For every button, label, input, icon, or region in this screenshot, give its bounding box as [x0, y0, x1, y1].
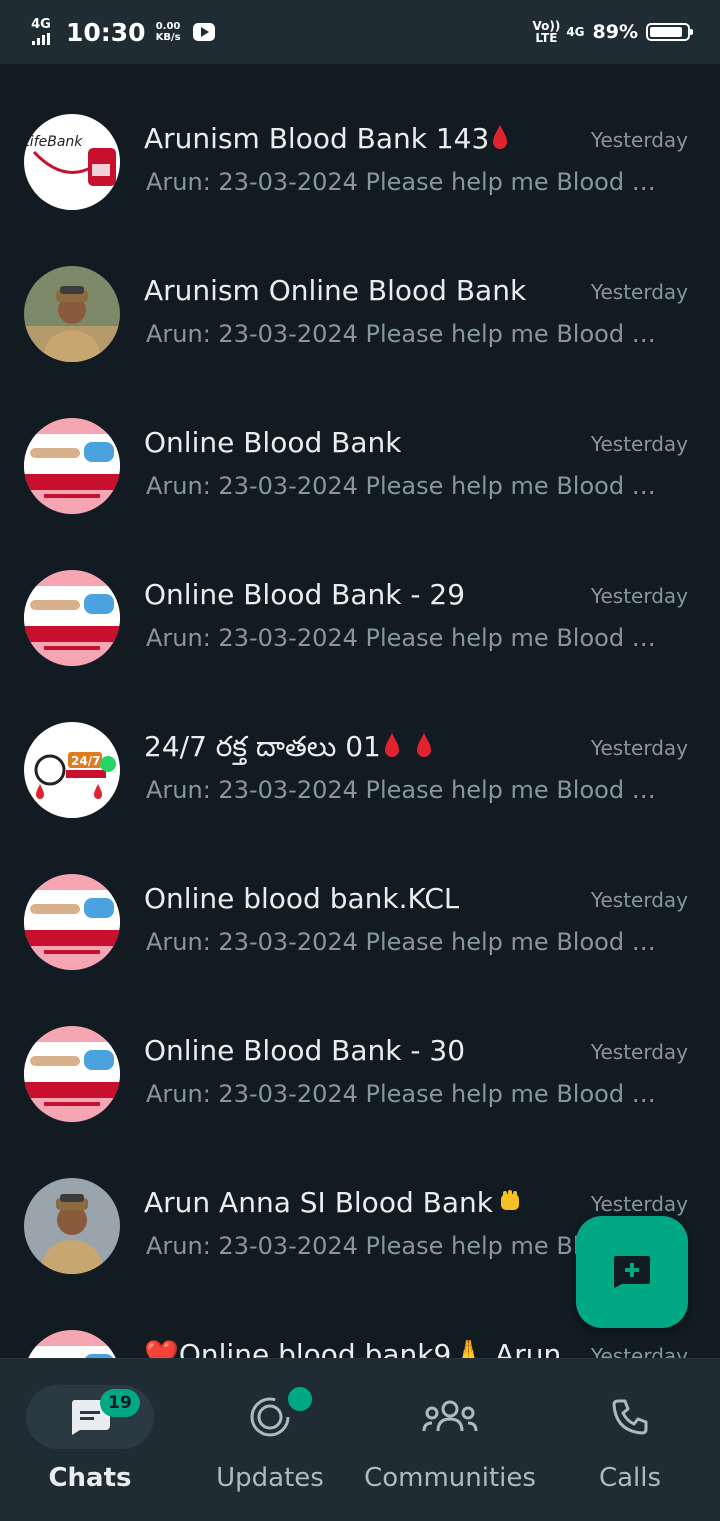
blood-donation-banner-icon: [24, 418, 120, 514]
chat-row[interactable]: Online Blood Bank Yesterday Arun: 23-03-…: [0, 390, 720, 542]
avatar[interactable]: [24, 1330, 120, 1358]
tab-calls[interactable]: Calls: [540, 1359, 720, 1521]
chat-preview: Arun: 23-03-2024 Please help me Blood gr…: [146, 320, 668, 348]
chat-name: Online Blood Bank: [144, 426, 402, 459]
calls-icon: [612, 1399, 648, 1435]
speed-value: 0.00: [155, 21, 181, 32]
avatar[interactable]: [24, 418, 120, 514]
chat-preview: Arun: 23-03-2024 Please help me Blood gr…: [146, 168, 668, 196]
avatar[interactable]: [24, 266, 120, 362]
blood-drop-icon: [493, 125, 508, 149]
avatar[interactable]: [24, 1178, 120, 1274]
blood-donation-banner-icon: [24, 1026, 120, 1122]
tab-updates[interactable]: Updates: [180, 1359, 360, 1521]
new-chat-button[interactable]: [576, 1216, 688, 1328]
chat-preview: Arun: 23-03-2024 Please help me Blood gr…: [146, 472, 668, 500]
blood-drop-icon: [384, 733, 399, 757]
chat-name: ❤️Online blood bank9🙏 Arun: [144, 1338, 562, 1358]
police-officer-photo-icon: [24, 1178, 120, 1274]
chat-preview: Arun: 23-03-2024 Please help me Blood gr…: [146, 928, 668, 956]
battery-icon: [646, 23, 693, 41]
tab-updates-label: Updates: [216, 1463, 324, 1493]
chat-time: Yesterday: [590, 736, 688, 760]
chat-time: Yesterday: [590, 1344, 688, 1358]
chat-row[interactable]: Online blood bank.KCL Yesterday Arun: 23…: [0, 846, 720, 998]
chat-name: 24/7 రక్త దాతలు 01: [144, 730, 433, 770]
lifebank-logo-icon: LifeBank: [24, 114, 120, 210]
volte-bottom: LTE: [535, 31, 558, 45]
chat-name: Online Blood Bank - 29: [144, 578, 466, 611]
updates-icon: [250, 1397, 290, 1437]
communities-icon-wrap: [386, 1385, 514, 1449]
network-indicator: 4G: [30, 17, 52, 45]
tab-chats[interactable]: 19 Chats: [0, 1359, 180, 1521]
status-bar: 4G 10:30 0.00 KB/s Vo)) LTE 4G 89%: [0, 0, 720, 64]
police-officer-photo-icon: [24, 266, 120, 362]
tab-chats-label: Chats: [48, 1463, 132, 1493]
clock-logo-text: 24/7: [71, 754, 100, 768]
chat-name: Online blood bank.KCL: [144, 882, 460, 915]
tab-communities-label: Communities: [364, 1463, 536, 1493]
chat-preview: Arun: 23-03-2024 Please help me Blood gr…: [146, 776, 668, 804]
blood-donation-banner-icon: [24, 570, 120, 666]
chat-time: Yesterday: [590, 1192, 688, 1216]
youtube-notification-icon: [192, 23, 215, 41]
chat-time: Yesterday: [590, 128, 688, 152]
updates-dot: [288, 1387, 312, 1411]
chat-time: Yesterday: [590, 584, 688, 608]
signal-type: 4G: [566, 25, 585, 39]
clock: 10:30: [66, 17, 146, 47]
chat-preview: Arun: 23-03-2024 Please help me Blood gr…: [146, 1080, 668, 1108]
chat-row[interactable]: LifeBank Arunism Blood Bank 143 Yesterda…: [0, 86, 720, 238]
network-type: 4G: [31, 17, 51, 32]
network-speed: 0.00 KB/s: [156, 21, 181, 43]
chat-row[interactable]: Online Blood Bank - 30 Yesterday Arun: 2…: [0, 998, 720, 1150]
battery-fill: [650, 27, 682, 37]
bottom-navigation: 19 Chats Updates Communities Calls: [0, 1358, 720, 1521]
chat-name: Arun Anna SI Blood Bank: [144, 1186, 525, 1219]
avatar[interactable]: [24, 874, 120, 970]
calls-icon-wrap: [566, 1385, 694, 1449]
avatar[interactable]: 24/7: [24, 722, 120, 818]
chat-time: Yesterday: [590, 432, 688, 456]
chat-time: Yesterday: [590, 1040, 688, 1064]
chat-time: Yesterday: [590, 280, 688, 304]
tab-calls-label: Calls: [598, 1463, 662, 1493]
battery-percent: 89%: [592, 21, 638, 43]
chat-row[interactable]: Arunism Online Blood Bank Yesterday Arun…: [0, 238, 720, 390]
updates-icon-wrap: [206, 1385, 334, 1449]
avatar[interactable]: [24, 570, 120, 666]
communities-icon: [422, 1400, 478, 1432]
speed-unit: KB/s: [155, 32, 181, 43]
chat-row[interactable]: 24/7 24/7 రక్త దాతలు 01 Yesterday Arun: …: [0, 694, 720, 846]
chat-time: Yesterday: [590, 888, 688, 912]
chat-preview: Arun: 23-03-2024 Please help me Blood gr…: [146, 624, 668, 652]
raised-fist-icon: [500, 1190, 519, 1210]
chat-name: Online Blood Bank - 30: [144, 1034, 466, 1067]
avatar[interactable]: [24, 1026, 120, 1122]
new-chat-icon: [614, 1256, 650, 1288]
blood-drop-icon: [416, 733, 431, 757]
blood-donation-banner-icon: [24, 874, 120, 970]
lifebank-logo-text: LifeBank: [24, 134, 83, 150]
unread-badge: 19: [100, 1389, 140, 1417]
blood-group-clock-logo-icon: 24/7: [24, 722, 120, 818]
volte-indicator: Vo)) LTE: [532, 20, 560, 44]
chat-name: Arunism Online Blood Bank: [144, 274, 527, 307]
chat-row[interactable]: Online Blood Bank - 29 Yesterday Arun: 2…: [0, 542, 720, 694]
tab-communities[interactable]: Communities: [360, 1359, 540, 1521]
chat-list[interactable]: LifeBank Arunism Blood Bank 143 Yesterda…: [0, 86, 720, 1358]
signal-icon: [30, 33, 52, 45]
avatar[interactable]: LifeBank: [24, 114, 120, 210]
blood-donation-banner-icon: [24, 1330, 120, 1358]
chat-name: Arunism Blood Bank 143: [144, 122, 509, 155]
